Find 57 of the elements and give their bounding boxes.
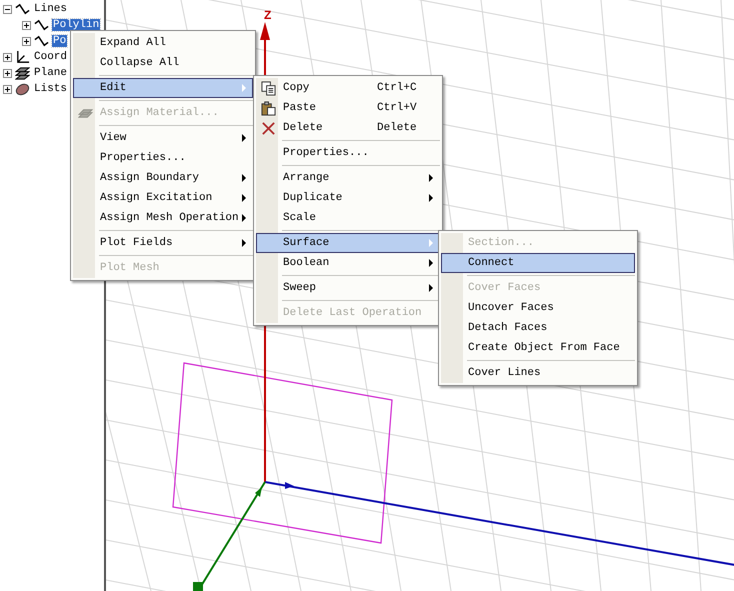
close-icon [260,120,276,136]
submenu-arrow-icon [242,134,246,142]
menu-item[interactable]: Arrange [256,168,440,188]
tree-item[interactable]: Lists [33,83,68,95]
menu-item[interactable]: Properties... [256,143,440,163]
menu-item[interactable]: Delete Delete [256,118,440,138]
menu-item[interactable]: Paste Ctrl+V [256,98,440,118]
menu-item[interactable]: Plot Fields [73,233,253,253]
tree-item[interactable]: Coord [33,51,68,63]
expand-icon[interactable] [3,68,12,78]
collapse-icon[interactable] [3,4,12,14]
menu-item[interactable]: View [73,128,253,148]
menu-item[interactable]: Create Object From Face [441,338,635,358]
menu-item[interactable]: Boolean [256,253,440,273]
tree-item[interactable]: Lines [33,3,68,15]
submenu-arrow-icon [429,194,433,202]
menu-item[interactable]: Collapse All [73,53,253,73]
paste-icon [260,100,276,116]
menu-item[interactable]: Uncover Faces [441,298,635,318]
tree-item[interactable]: Po [52,35,68,47]
submenu-arrow-icon [429,174,433,182]
submenu-arrow-icon [429,259,433,267]
expand-icon[interactable] [3,84,12,94]
menu-item[interactable]: Sweep [256,278,440,298]
submenu-arrow-icon [242,239,246,247]
menu-item[interactable]: Copy Ctrl+C [256,78,440,98]
submenu-arrow-icon [429,239,433,247]
menu-item[interactable]: Edit [73,78,253,98]
submenu-arrow-icon [429,284,433,292]
menu-item[interactable]: Assign Boundary [73,168,253,188]
menu-item[interactable]: Duplicate [256,188,440,208]
polyline-icon [34,34,49,48]
submenu-arrow-icon [242,214,246,222]
menu-item[interactable]: Surface [256,233,440,253]
menu-item[interactable]: Scale [256,208,440,228]
menu-item[interactable]: Connect [441,253,635,273]
expand-icon[interactable] [22,36,31,46]
expand-icon[interactable] [3,52,12,62]
expand-icon[interactable] [22,20,31,30]
tree-item[interactable]: Plane [33,67,68,79]
polyline-icon [15,2,30,16]
menu-item[interactable]: Detach Faces [441,318,635,338]
submenu-arrow-icon [242,84,246,92]
menu-item[interactable]: Properties... [73,148,253,168]
menu-item[interactable]: Expand All [73,33,253,53]
menu-item[interactable]: Cover Lines [441,363,635,383]
menu-item[interactable]: Assign Excitation [73,188,253,208]
axes-icon [15,50,30,64]
submenu-arrow-icon [242,174,246,182]
planes-icon [15,66,30,80]
stack-icon [15,82,30,96]
copy-icon [260,80,276,96]
tree-item[interactable]: Polylin [52,19,100,31]
axis-label: Z [264,8,272,22]
polyline-icon [34,18,49,32]
menu-item[interactable]: Assign Mesh Operation [73,208,253,228]
submenu-arrow-icon [242,194,246,202]
